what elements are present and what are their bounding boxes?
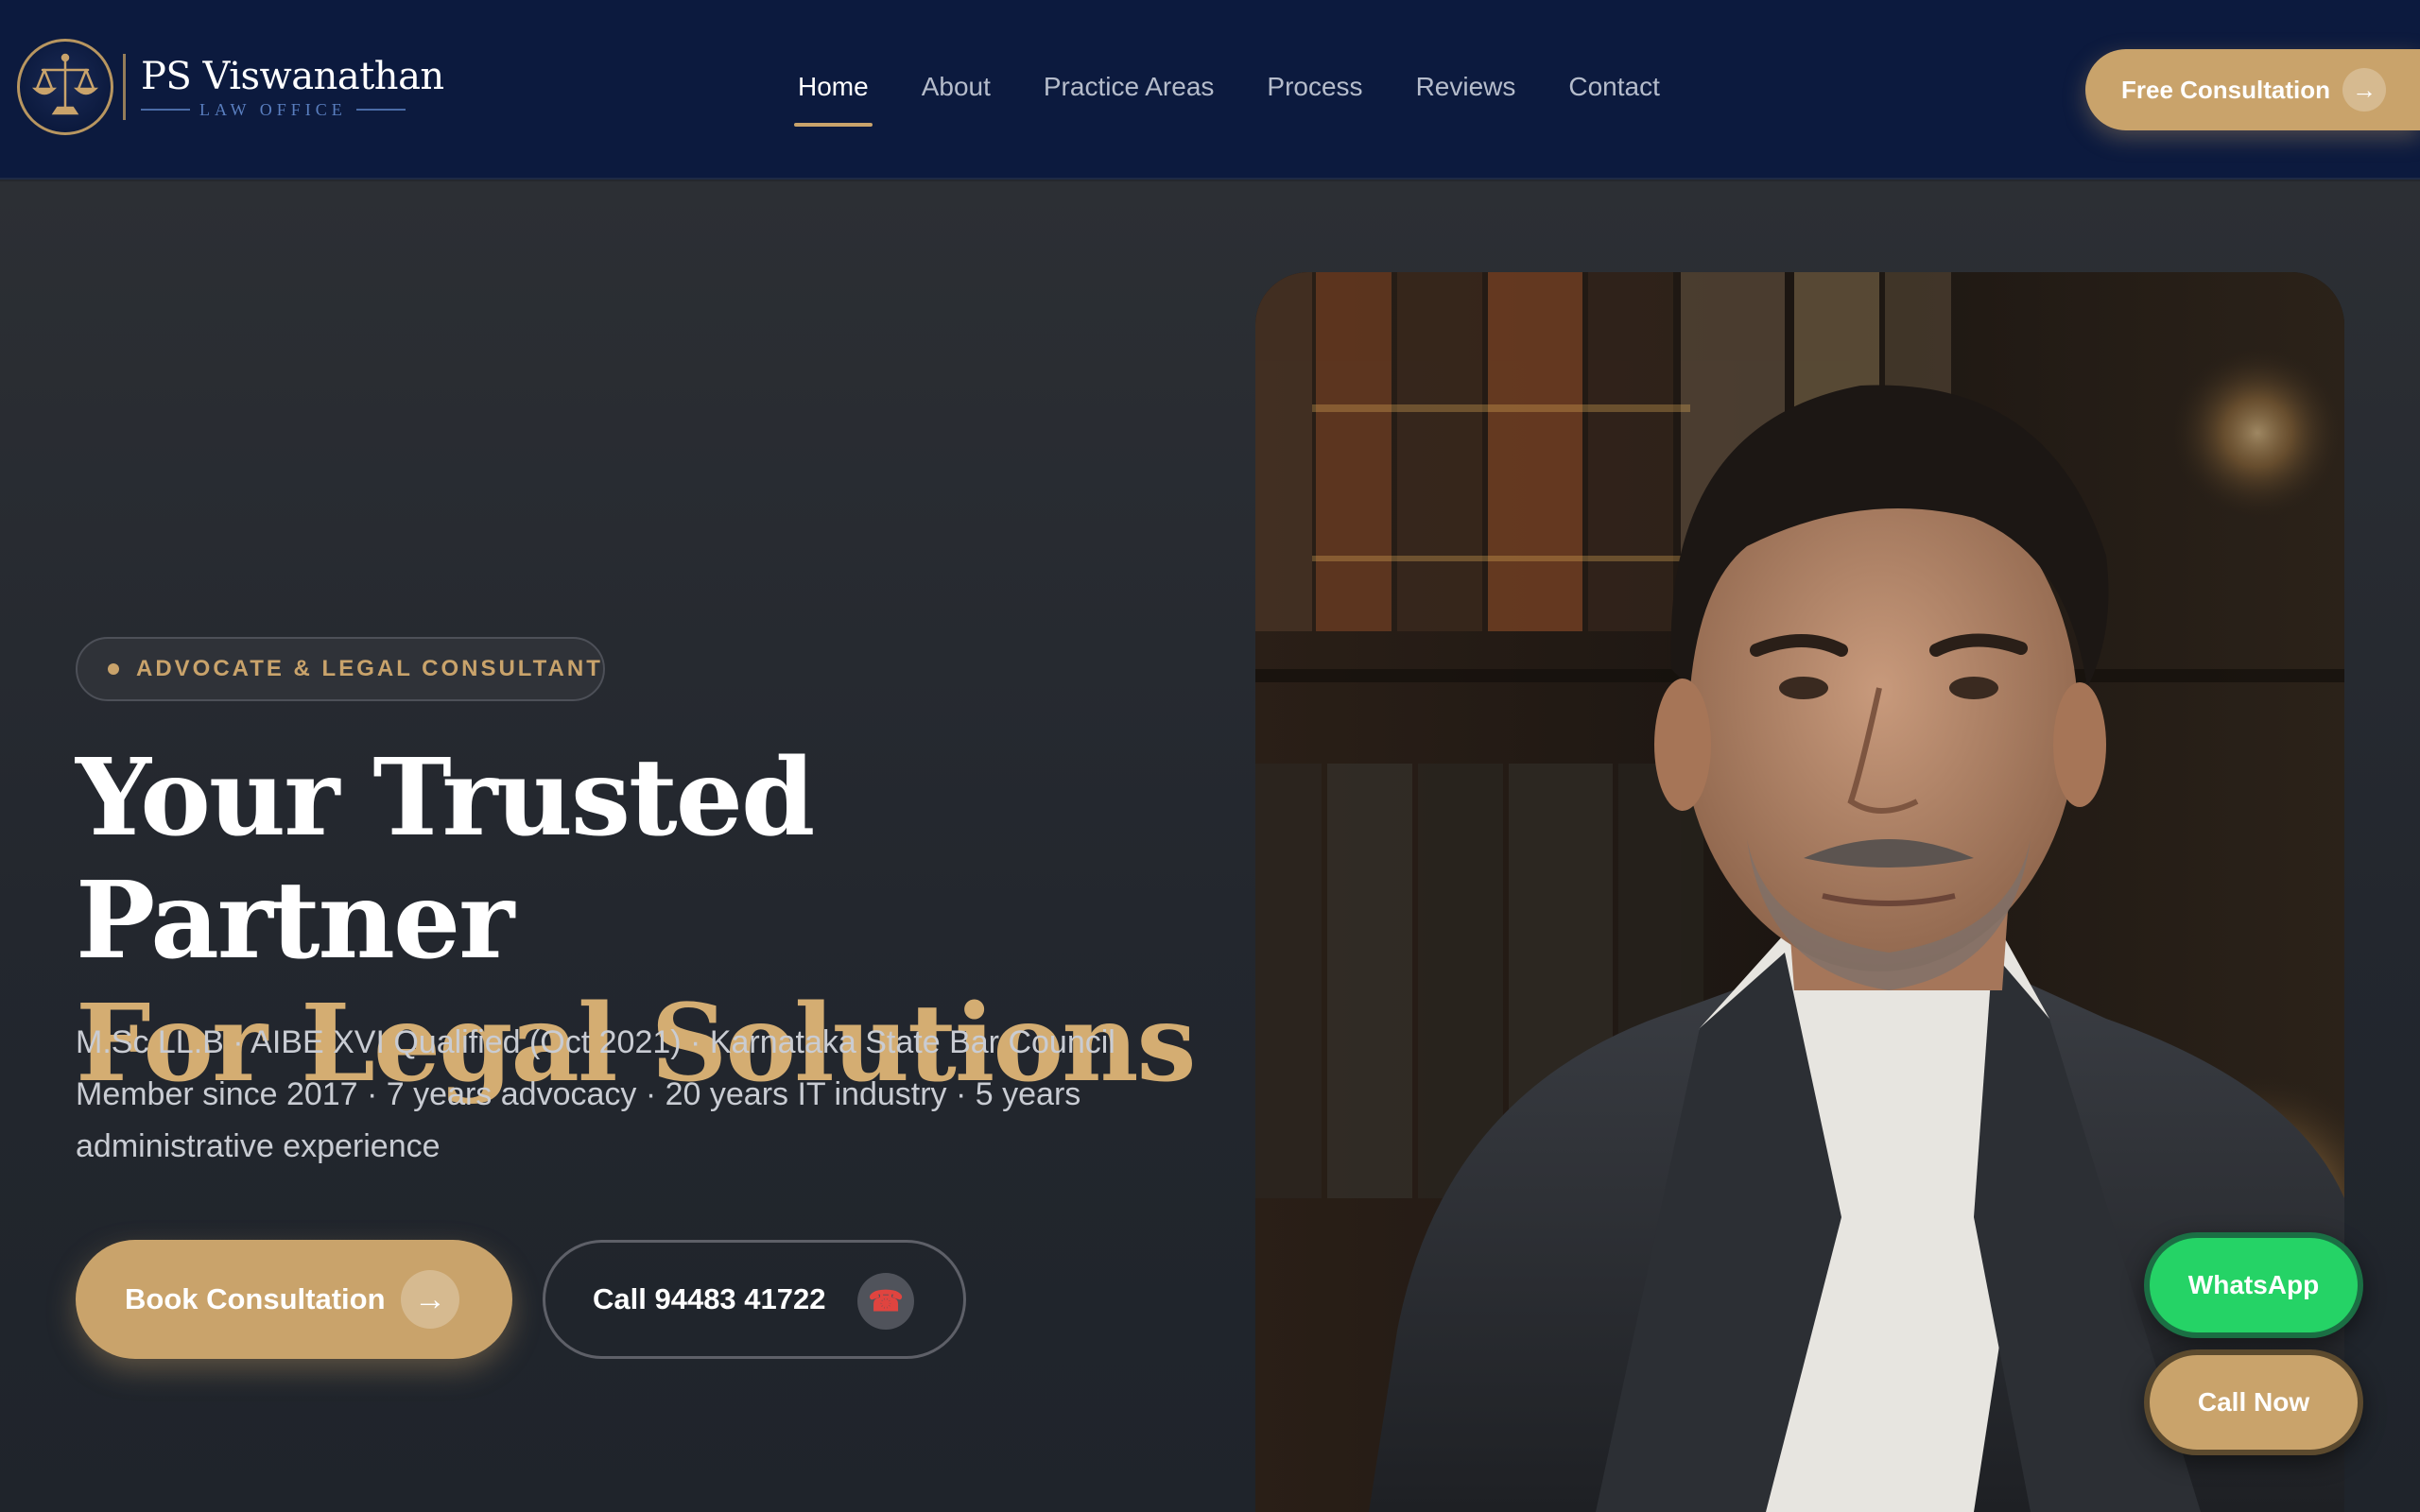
arrow-right-icon: → — [401, 1270, 459, 1329]
phone-icon: ☎ — [857, 1273, 914, 1330]
brand-subtitle-text: LAW OFFICE — [199, 99, 347, 119]
scales-of-justice-icon — [17, 39, 113, 135]
free-consultation-button[interactable]: Free Consultation → — [2085, 49, 2420, 130]
call-now-button[interactable]: Call Now — [2144, 1349, 2363, 1455]
brand-subtitle: LAW OFFICE — [141, 100, 444, 120]
headline-line-1: Your Trusted Partner — [76, 736, 815, 983]
nav-about[interactable]: About — [922, 68, 991, 106]
nav-contact[interactable]: Contact — [1568, 68, 1660, 106]
call-phone-button[interactable]: Call 94483 41722 ☎ — [543, 1240, 966, 1359]
logo-divider — [123, 54, 126, 120]
whatsapp-button[interactable]: WhatsApp — [2144, 1232, 2363, 1338]
logo[interactable]: PS Viswanathan LAW OFFICE — [17, 36, 444, 138]
arrow-right-icon: → — [2342, 68, 2386, 112]
subtitle-rule-right — [355, 109, 406, 111]
nav-process[interactable]: Process — [1267, 68, 1362, 106]
free-consultation-label: Free Consultation — [2121, 75, 2331, 104]
nav-home[interactable]: Home — [794, 68, 873, 127]
book-consultation-button[interactable]: Book Consultation → — [76, 1240, 512, 1359]
nav-reviews[interactable]: Reviews — [1416, 68, 1516, 106]
logo-text: PS Viswanathan LAW OFFICE — [141, 55, 444, 120]
nav-practice-areas[interactable]: Practice Areas — [1044, 68, 1215, 106]
main-nav: Home About Practice Areas Process Review… — [794, 68, 1713, 127]
site-header: PS Viswanathan LAW OFFICE Home About Pra… — [0, 0, 2420, 180]
brand-name: PS Viswanathan — [141, 54, 444, 98]
book-consultation-label: Book Consultation — [125, 1282, 386, 1315]
subtitle-rule-left — [141, 109, 190, 111]
hero-description: M.Sc LL.B · AIBE XVI Qualified (Oct 2021… — [76, 1024, 1115, 1164]
call-phone-label: Call 94483 41722 — [593, 1282, 826, 1315]
role-badge: ADVOCATE & LEGAL CONSULTANT — [76, 637, 605, 701]
badge-dot-icon — [108, 663, 119, 675]
role-badge-text: ADVOCATE & LEGAL CONSULTANT — [136, 656, 603, 681]
